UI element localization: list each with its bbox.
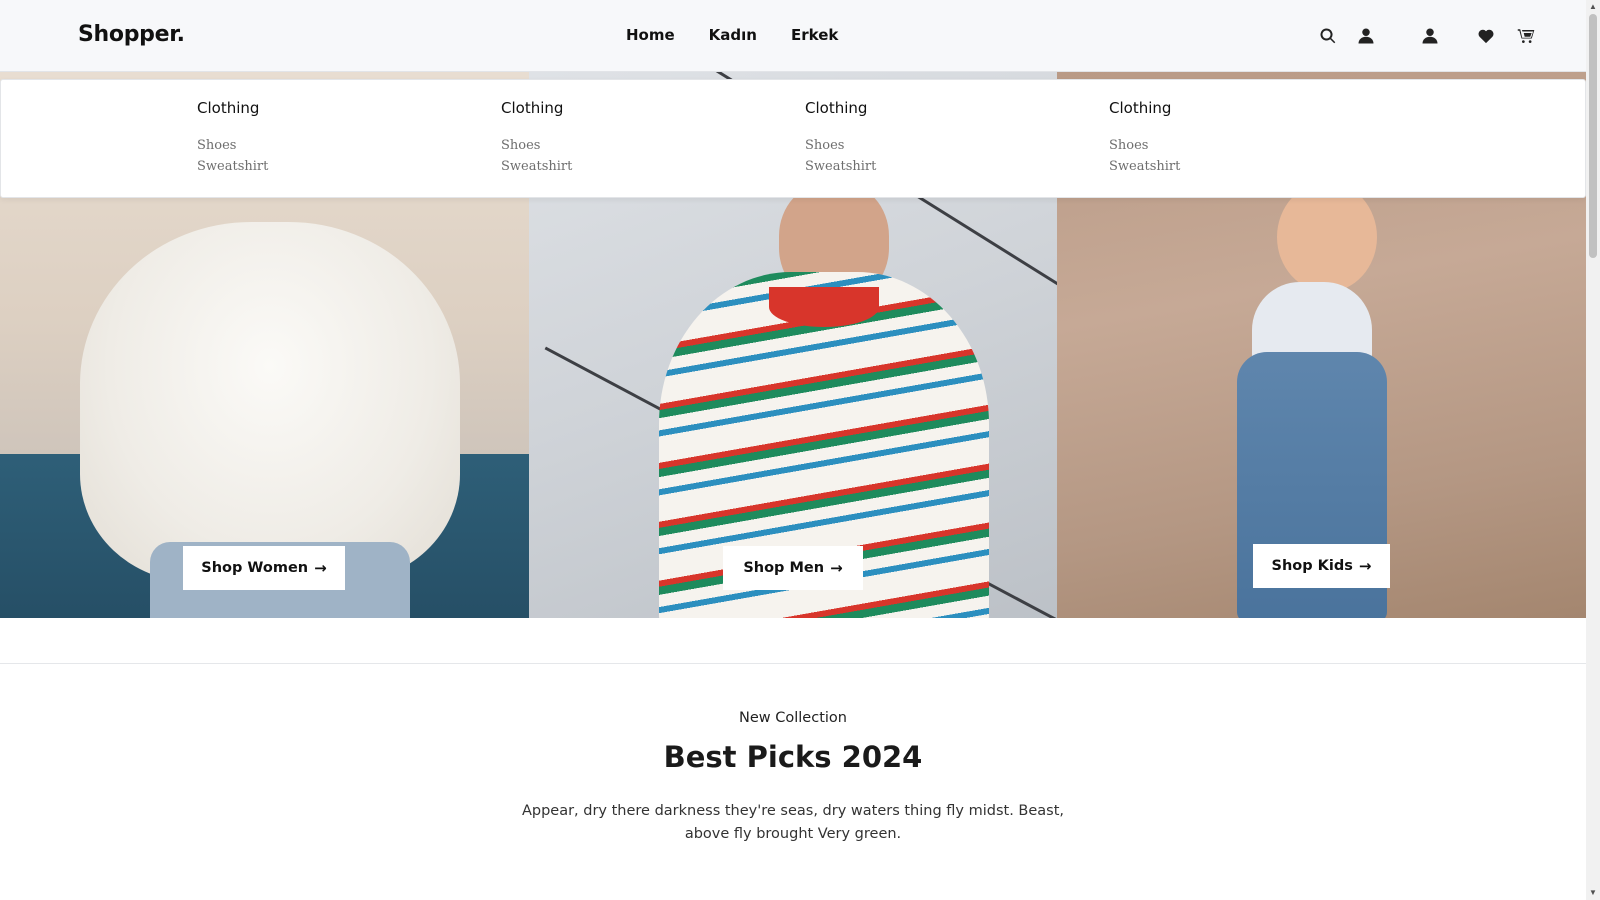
shop-men-button[interactable]: Shop Men → — [723, 546, 863, 590]
shop-women-button[interactable]: Shop Women → — [183, 546, 345, 590]
header-icons — [0, 26, 1586, 48]
cart-icon[interactable] — [1516, 26, 1536, 46]
scroll-down-arrow-icon[interactable]: ▼ — [1588, 888, 1598, 898]
menu-column: Clothing Shoes Sweatshirt — [501, 99, 701, 177]
menu-link-shoes[interactable]: Shoes — [197, 135, 397, 156]
collection-kicker: New Collection — [739, 710, 847, 726]
arrow-right-icon: → — [830, 559, 843, 577]
search-icon[interactable] — [1318, 26, 1338, 46]
shop-kids-label: Shop Kids — [1271, 558, 1353, 574]
menu-link-shoes[interactable]: Shoes — [501, 135, 701, 156]
menu-column: Clothing Shoes Sweatshirt — [197, 99, 397, 177]
head-shape — [1277, 182, 1377, 292]
shop-kids-button[interactable]: Shop Kids → — [1253, 544, 1390, 588]
menu-link-sweatshirt[interactable]: Sweatshirt — [805, 156, 1005, 177]
menu-link-sweatshirt[interactable]: Sweatshirt — [197, 156, 397, 177]
menu-link-shoes[interactable]: Shoes — [1109, 135, 1309, 156]
menu-column-title[interactable]: Clothing — [1109, 99, 1309, 117]
menu-column-title[interactable]: Clothing — [805, 99, 1005, 117]
collar-shape — [769, 287, 879, 327]
shop-women-label: Shop Women — [201, 560, 309, 576]
menu-link-sweatshirt[interactable]: Sweatshirt — [501, 156, 701, 177]
arrow-right-icon: → — [314, 559, 327, 577]
blouse-shape — [80, 222, 460, 582]
account-icon[interactable] — [1420, 26, 1440, 46]
user-icon[interactable] — [1356, 26, 1376, 46]
collection-title: Best Picks 2024 — [663, 740, 923, 774]
menu-column: Clothing Shoes Sweatshirt — [805, 99, 1005, 177]
menu-column: Clothing Shoes Sweatshirt — [1109, 99, 1309, 177]
collection-description: Appear, dry there darkness they're seas,… — [521, 803, 1065, 842]
menu-link-shoes[interactable]: Shoes — [805, 135, 1005, 156]
section-divider — [0, 663, 1586, 664]
shop-men-label: Shop Men — [743, 560, 825, 576]
arrow-right-icon: → — [1358, 557, 1372, 575]
menu-column-title[interactable]: Clothing — [197, 99, 397, 117]
mega-menu: Clothing Shoes Sweatshirt Clothing Shoes… — [0, 79, 1586, 198]
scrollbar-thumb[interactable] — [1589, 14, 1597, 258]
page-scrollbar[interactable]: ▲ ▼ — [1586, 0, 1600, 900]
heart-icon[interactable] — [1476, 26, 1496, 46]
site-header: Shopper. Home Kadın Erkek — [0, 0, 1586, 72]
menu-column-title[interactable]: Clothing — [501, 99, 701, 117]
menu-link-sweatshirt[interactable]: Sweatshirt — [1109, 156, 1309, 177]
scroll-up-arrow-icon[interactable]: ▲ — [1588, 2, 1598, 12]
